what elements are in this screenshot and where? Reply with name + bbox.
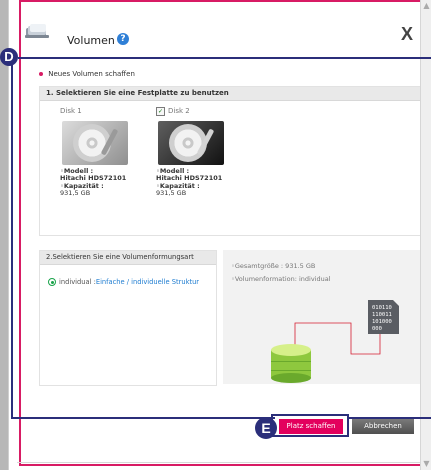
- binary-line: 110011: [372, 312, 392, 318]
- structure-link[interactable]: Einfache / individuelle Struktur: [96, 278, 199, 286]
- scroll-up-icon[interactable]: ▲: [422, 2, 431, 10]
- capacity-value: 931,5 GB: [156, 189, 187, 198]
- disk-specs: ◦Modell : Hitachi HDS72101 ◦Kapazität : …: [60, 167, 132, 198]
- volume-type-heading: 2.Selektieren Sie eine Volumenformungsar…: [40, 251, 216, 265]
- disk-checkbox[interactable]: ✓: [156, 106, 165, 116]
- hard-disk-icon[interactable]: [62, 121, 128, 165]
- dialog-titlebar: Volumen ? X: [23, 14, 423, 54]
- annotation-line: [18, 57, 431, 59]
- volume-diagram: 010110 110011 101000 000: [271, 300, 399, 383]
- disk-selection-panel: 1. Selektieren Sie eine Festplatte zu be…: [39, 86, 425, 236]
- create-space-button[interactable]: Platz schaffen: [279, 419, 343, 434]
- volume-type-panel: 2.Selektieren Sie eine Volumenformungsar…: [39, 250, 217, 386]
- cancel-button[interactable]: Abbrechen: [352, 419, 414, 434]
- close-button[interactable]: X: [401, 24, 413, 45]
- screen: Volumen ? X Neues Volumen schaffen 1. Se…: [0, 0, 431, 470]
- binary-line: 000: [372, 326, 382, 332]
- disk-name-row: Disk 1: [60, 107, 132, 115]
- binary-data-icon: 010110 110011 101000 000: [368, 300, 399, 334]
- volume-dialog: Volumen ? X Neues Volumen schaffen 1. Se…: [8, 0, 431, 470]
- callout-e: E: [255, 417, 277, 439]
- bullet-icon: [39, 72, 43, 76]
- hard-disk-icon[interactable]: [158, 121, 224, 165]
- help-icon[interactable]: ?: [117, 33, 129, 45]
- dialog-title: Volumen: [67, 34, 115, 47]
- disk-name-row: ✓ Disk 2: [156, 106, 228, 116]
- vertical-scrollbar[interactable]: ▲ ▼: [420, 0, 431, 470]
- divider: [17, 462, 429, 463]
- individual-option[interactable]: individual : Einfache / individuelle Str…: [48, 278, 199, 286]
- scroll-down-icon[interactable]: ▼: [422, 460, 431, 468]
- annotation-line: [11, 57, 13, 419]
- new-volume-label: Neues Volumen schaffen: [39, 70, 135, 78]
- annotation-line: [12, 417, 275, 419]
- disk-name: Disk 2: [168, 107, 190, 115]
- disk-specs: ◦Modell : Hitachi HDS72101 ◦Kapazität : …: [156, 167, 228, 198]
- volume-icon: [25, 24, 49, 38]
- database-cylinder-icon: [271, 344, 311, 383]
- disk-card-1[interactable]: Disk 1 ◦Modell : Hitachi HDS72101 ◦Kapaz…: [60, 107, 132, 198]
- disk-selection-heading: 1. Selektieren Sie eine Festplatte zu be…: [40, 87, 424, 101]
- disk-card-2[interactable]: ✓ Disk 2 ◦Modell : Hitachi HDS72101 ◦Kap…: [156, 106, 228, 198]
- new-volume-text: Neues Volumen schaffen: [48, 70, 135, 78]
- capacity-value: 931,5 GB: [60, 189, 91, 198]
- disk-name: Disk 1: [60, 107, 82, 115]
- volume-info-panel: ◦Gesamtgröße : 931.5 GB ◦Volumenformatio…: [223, 250, 423, 384]
- radio-button[interactable]: [48, 278, 56, 286]
- binary-line: 101000: [372, 319, 392, 325]
- radio-label: individual :: [59, 278, 96, 286]
- callout-d: D: [0, 48, 18, 66]
- binary-line: 010110: [372, 305, 392, 311]
